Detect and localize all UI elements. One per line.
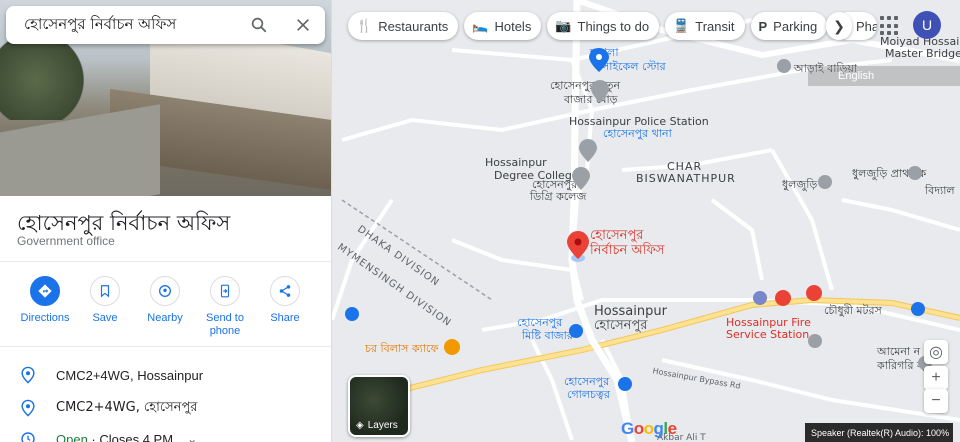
apps-grid-icon[interactable] <box>880 16 900 36</box>
layers-icon: ◈ <box>356 420 364 431</box>
share-label: Share <box>270 312 300 324</box>
google-logo: Google <box>621 419 677 438</box>
parking-icon: P <box>758 18 768 34</box>
chip-restaurants[interactable]: 🍴 Restaurants <box>348 12 459 40</box>
map-label[interactable]: Hossainpur <box>485 156 547 169</box>
map-label[interactable]: গোলচত্বর <box>567 388 610 401</box>
action-bar: Directions Save Nearby Send to phone Sha… <box>0 276 331 338</box>
hotel-icon: 🛌 <box>472 18 489 33</box>
hours-status: Open <box>56 431 88 442</box>
chip-label: Things to do <box>577 18 650 34</box>
chevron-right-icon: ❯ <box>833 17 845 34</box>
chip-label: Pha <box>855 18 878 34</box>
chip-label: Transit <box>695 18 735 34</box>
zoom-out-button[interactable]: − <box>924 389 948 413</box>
hours-detail: · Closes 4 PM <box>87 431 174 442</box>
close-icon[interactable] <box>281 17 325 33</box>
directions-icon <box>30 276 60 306</box>
map-label[interactable]: হোসেনপুর থানা <box>603 127 672 140</box>
send-to-phone-label: Send to phone <box>206 312 244 338</box>
send-to-phone-label-text: Send to phone <box>206 312 244 337</box>
nearby-label: Nearby <box>147 312 183 324</box>
location-pin-icon <box>0 399 56 417</box>
directions-button[interactable]: Directions <box>15 276 75 338</box>
layers-label: Layers <box>367 420 398 431</box>
map-label: ধুলজুড়ি <box>782 178 818 191</box>
place-category[interactable]: Government office <box>17 234 115 248</box>
plus-code-local-row[interactable]: CMC2+4WG, হোসেনপুর <box>0 393 331 423</box>
send-to-phone-icon <box>210 276 240 306</box>
share-button[interactable]: Share <box>255 276 315 338</box>
bookmark-icon <box>90 276 120 306</box>
plus-icon: + <box>931 369 941 386</box>
map-label[interactable]: হোসেনপুর <box>564 375 609 388</box>
divider <box>0 261 331 262</box>
transit-icon: 🚆 <box>673 18 690 33</box>
map-label[interactable]: কারিগরি স্ <box>877 359 924 372</box>
chip-parking[interactable]: P Parking <box>750 12 828 40</box>
chips-next-button[interactable]: ❯ <box>826 12 852 40</box>
map-label-target[interactable]: নির্বাচন অফিস <box>590 244 664 257</box>
divider <box>0 346 331 347</box>
minus-icon: − <box>931 392 941 409</box>
share-icon <box>270 276 300 306</box>
account-avatar[interactable]: U <box>913 11 941 39</box>
restaurant-icon: 🍴 <box>356 18 373 33</box>
map-label[interactable]: হোসেনপুর <box>517 316 562 329</box>
map-label[interactable]: বাজার মোড় <box>564 93 618 106</box>
plus-code-local-text: CMC2+4WG, হোসেনপুর <box>56 399 198 415</box>
map-label[interactable]: সাইকেল স্টোর <box>602 60 666 73</box>
chip-label: Restaurants <box>378 18 449 34</box>
map-label[interactable]: ধুলজুড়ি প্রাথমিক <box>852 167 926 180</box>
place-panel: হোসেনপুর নির্বাচন অফিস হোসেনপুর নির্বাচন… <box>0 0 332 442</box>
my-location-button[interactable]: ◎ <box>924 340 948 364</box>
search-box[interactable]: হোসেনপুর নির্বাচন অফিস <box>6 6 325 44</box>
chip-things-to-do[interactable]: 📷 Things to do <box>547 12 660 40</box>
map-label[interactable]: হোসেনপুর নতুন <box>550 79 620 92</box>
nearby-button[interactable]: Nearby <box>135 276 195 338</box>
search-icon[interactable] <box>237 16 281 34</box>
map-label[interactable]: চৌধুরী মটরস <box>824 304 882 317</box>
chevron-down-icon[interactable]: ⌄ <box>187 432 197 442</box>
hours-text: Open · Closes 4 PM <box>56 432 173 442</box>
map-label[interactable]: ডিগ্রি কলেজ <box>530 190 586 203</box>
map-label[interactable]: Master Bridge <box>885 47 960 60</box>
directions-label: Directions <box>20 312 70 324</box>
location-pin-icon <box>0 366 56 384</box>
hours-row[interactable]: Open · Closes 4 PM ⌄ <box>0 424 331 442</box>
map-label[interactable]: মিষ্টি বাজার <box>522 329 573 342</box>
plus-code-text: CMC2+4WG, Hossainpur <box>56 367 204 383</box>
language-bar[interactable]: English <box>808 66 960 86</box>
clock-icon <box>0 431 56 442</box>
language-label: English <box>838 70 875 82</box>
my-location-icon: ◎ <box>929 344 943 361</box>
save-button[interactable]: Save <box>75 276 135 338</box>
layers-button[interactable]: ◈ Layers <box>348 375 410 437</box>
volume-toast: Speaker (Realtek(R) Audio): 100% <box>805 423 953 442</box>
plus-code-row[interactable]: CMC2+4WG, Hossainpur <box>0 360 331 390</box>
nearby-icon <box>150 276 180 306</box>
map-label[interactable]: আমেনা ন <box>877 345 920 358</box>
map-label[interactable]: চর বিলাস ক্যাফে <box>365 342 438 355</box>
search-input[interactable]: হোসেনপুর নির্বাচন অফিস <box>24 13 237 38</box>
chip-label: Parking <box>773 18 818 34</box>
map-label[interactable]: শাপলা <box>590 46 619 59</box>
map-label-target[interactable]: হোসেনপুর <box>590 229 643 242</box>
chip-hotels[interactable]: 🛌 Hotels <box>464 12 542 40</box>
map-label[interactable]: বিদ্যাল <box>925 184 955 197</box>
camera-icon: 📷 <box>555 18 572 33</box>
map-label: BISWANATHPUR <box>636 172 736 185</box>
chip-label: Hotels <box>494 18 532 34</box>
map-label-town: Hossainpur <box>594 304 667 319</box>
map-label[interactable]: Service Station <box>726 328 809 341</box>
save-label: Save <box>92 312 118 324</box>
category-chips: 🍴 Restaurants 🛌 Hotels 📷 Things to do 🚆 Tran… <box>348 12 878 40</box>
chip-transit[interactable]: 🚆 Transit <box>665 12 745 40</box>
zoom-in-button[interactable]: + <box>924 366 948 390</box>
layers-label-wrap: ◈ Layers <box>356 420 398 431</box>
send-to-phone-button[interactable]: Send to phone <box>195 276 255 338</box>
map-label-town: হোসেনপুর <box>594 318 648 333</box>
